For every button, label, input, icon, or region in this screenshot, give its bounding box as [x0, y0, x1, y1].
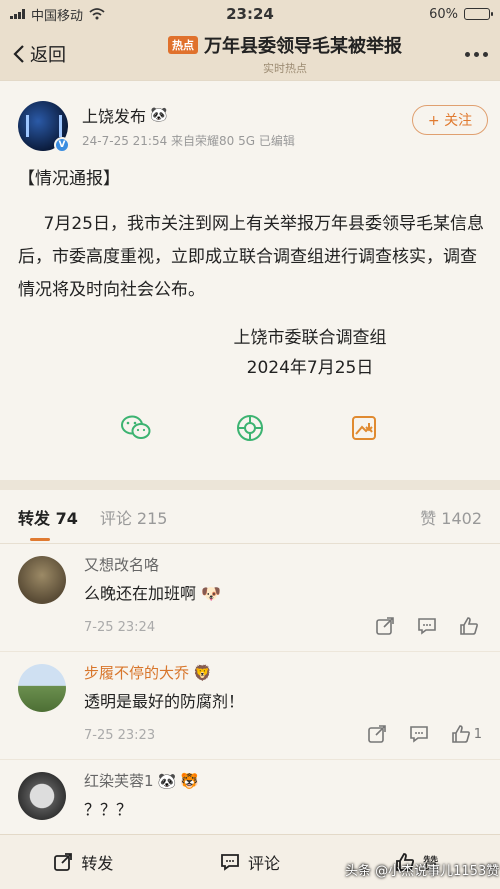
emoji-icon: 🐶	[201, 584, 222, 603]
moments-share-button[interactable]	[233, 411, 267, 445]
save-image-icon	[352, 416, 376, 440]
back-label: 返回	[30, 45, 66, 66]
moments-icon	[237, 415, 263, 441]
tab-repost[interactable]: 转发 74	[18, 505, 78, 541]
thumbs-up-icon	[460, 617, 478, 635]
post-heading: 【情况通报】	[18, 169, 120, 189]
wifi-icon	[89, 8, 105, 20]
post-body: 【情况通报】 7月25日，我市关注到网上有关举报万年县委领导毛某信息后，市委高度…	[18, 163, 486, 307]
watermark: 头条 @小杰说事儿1153赞	[345, 864, 500, 879]
share-icon	[376, 617, 394, 635]
list-item: 又想改名咯 么晚还在加班啊 🐶 7-25 23:24	[0, 544, 500, 652]
repost-comment-button[interactable]	[367, 724, 387, 744]
comment-icon	[409, 726, 428, 743]
status-bar: 中国移动 23:24 60%	[0, 0, 500, 28]
comment-time: 7-25 23:24	[84, 620, 156, 635]
comment-icon	[418, 618, 436, 635]
comment-text: 透明是最好的防腐剂！	[84, 692, 245, 711]
back-button[interactable]: 返回	[12, 41, 122, 67]
panda-icon: 🐼	[150, 107, 168, 123]
battery-percent: 60%	[429, 6, 458, 22]
hot-tag: 热点	[168, 36, 198, 54]
post-meta: 24-7-25 21:54 来自荣耀80 5G 已编辑	[82, 134, 295, 148]
interaction-tabs: 转发 74 评论 215 赞 1402	[0, 490, 500, 544]
comment-icon	[221, 854, 239, 871]
like-button[interactable]: 1	[451, 724, 482, 744]
avatar[interactable]	[18, 664, 66, 712]
share-icon	[367, 725, 386, 743]
follow-button[interactable]: + 关注	[412, 105, 488, 135]
avatar[interactable]	[18, 772, 66, 820]
status-time: 23:24	[226, 5, 274, 23]
repost-label: 转发	[81, 854, 114, 873]
tab-like[interactable]: 赞 1402	[420, 505, 482, 529]
reply-button[interactable]	[417, 616, 437, 636]
comment-author[interactable]: 又想改名咯	[84, 554, 159, 575]
signature-date: 2024年7月25日	[246, 358, 374, 378]
comment-text: ？？？	[84, 800, 133, 819]
repost-comment-button[interactable]	[375, 616, 395, 636]
comment-author[interactable]: 红染芙蓉1	[84, 770, 154, 791]
save-image-button[interactable]	[347, 411, 381, 445]
like-count: 1	[473, 726, 482, 742]
verified-badge-icon: V	[54, 137, 70, 153]
wechat-icon	[121, 415, 151, 439]
post-text: 7月25日，我市关注到网上有关举报万年县委领导毛某信息后，市委高度重视，立即成立…	[18, 214, 484, 300]
comment-button[interactable]: 评论	[167, 850, 334, 874]
comment-author[interactable]: 步履不停的大乔	[84, 662, 189, 683]
comment-time: 7-25 23:23	[84, 728, 156, 743]
comment-list: 又想改名咯 么晚还在加班啊 🐶 7-25 23:24 步履不停的大乔 🦁 透明是最…	[0, 544, 500, 834]
battery-icon	[464, 8, 493, 20]
header: 返回 热点 万年县委领导毛某被举报 实时热点	[0, 28, 500, 80]
signal-icon	[10, 9, 25, 19]
comment-label: 评论	[248, 854, 281, 873]
post-signature: 上饶市委联合调查组 2024年7月25日	[220, 323, 400, 383]
reply-button[interactable]	[409, 724, 429, 744]
panda-icon: 🐼	[157, 771, 177, 790]
like-button[interactable]	[459, 616, 482, 636]
list-item: 红染芙蓉1 🐼 🐯 ？？？	[0, 760, 500, 834]
comment-text: 么晚还在加班啊	[84, 584, 197, 603]
thumbs-up-icon	[451, 725, 470, 743]
wechat-share-button[interactable]	[119, 411, 153, 445]
fan-badge-icon: 🦁	[193, 663, 212, 682]
carrier-label: 中国移动	[31, 8, 84, 24]
post-card: V 上饶发布 🐼 24-7-25 21:54 来自荣耀80 5G 已编辑 + 关…	[0, 80, 500, 480]
list-item: 步履不停的大乔 🦁 透明是最好的防腐剂！ 7-25 23:23 1	[0, 652, 500, 760]
repost-button[interactable]: 转发	[0, 850, 167, 874]
tab-comment[interactable]: 评论 215	[100, 505, 168, 529]
share-icon	[54, 853, 73, 871]
author-name[interactable]: 上饶发布	[82, 103, 146, 127]
more-button[interactable]	[448, 51, 488, 57]
page-subtitle: 实时热点	[263, 62, 307, 75]
chevron-left-icon	[13, 45, 24, 63]
signature-org: 上饶市委联合调查组	[233, 328, 387, 348]
section-divider	[0, 480, 500, 490]
page-title[interactable]: 万年县委领导毛某被举报	[204, 32, 402, 58]
avatar[interactable]	[18, 556, 66, 604]
emoji-icon: 🐯	[180, 771, 199, 790]
